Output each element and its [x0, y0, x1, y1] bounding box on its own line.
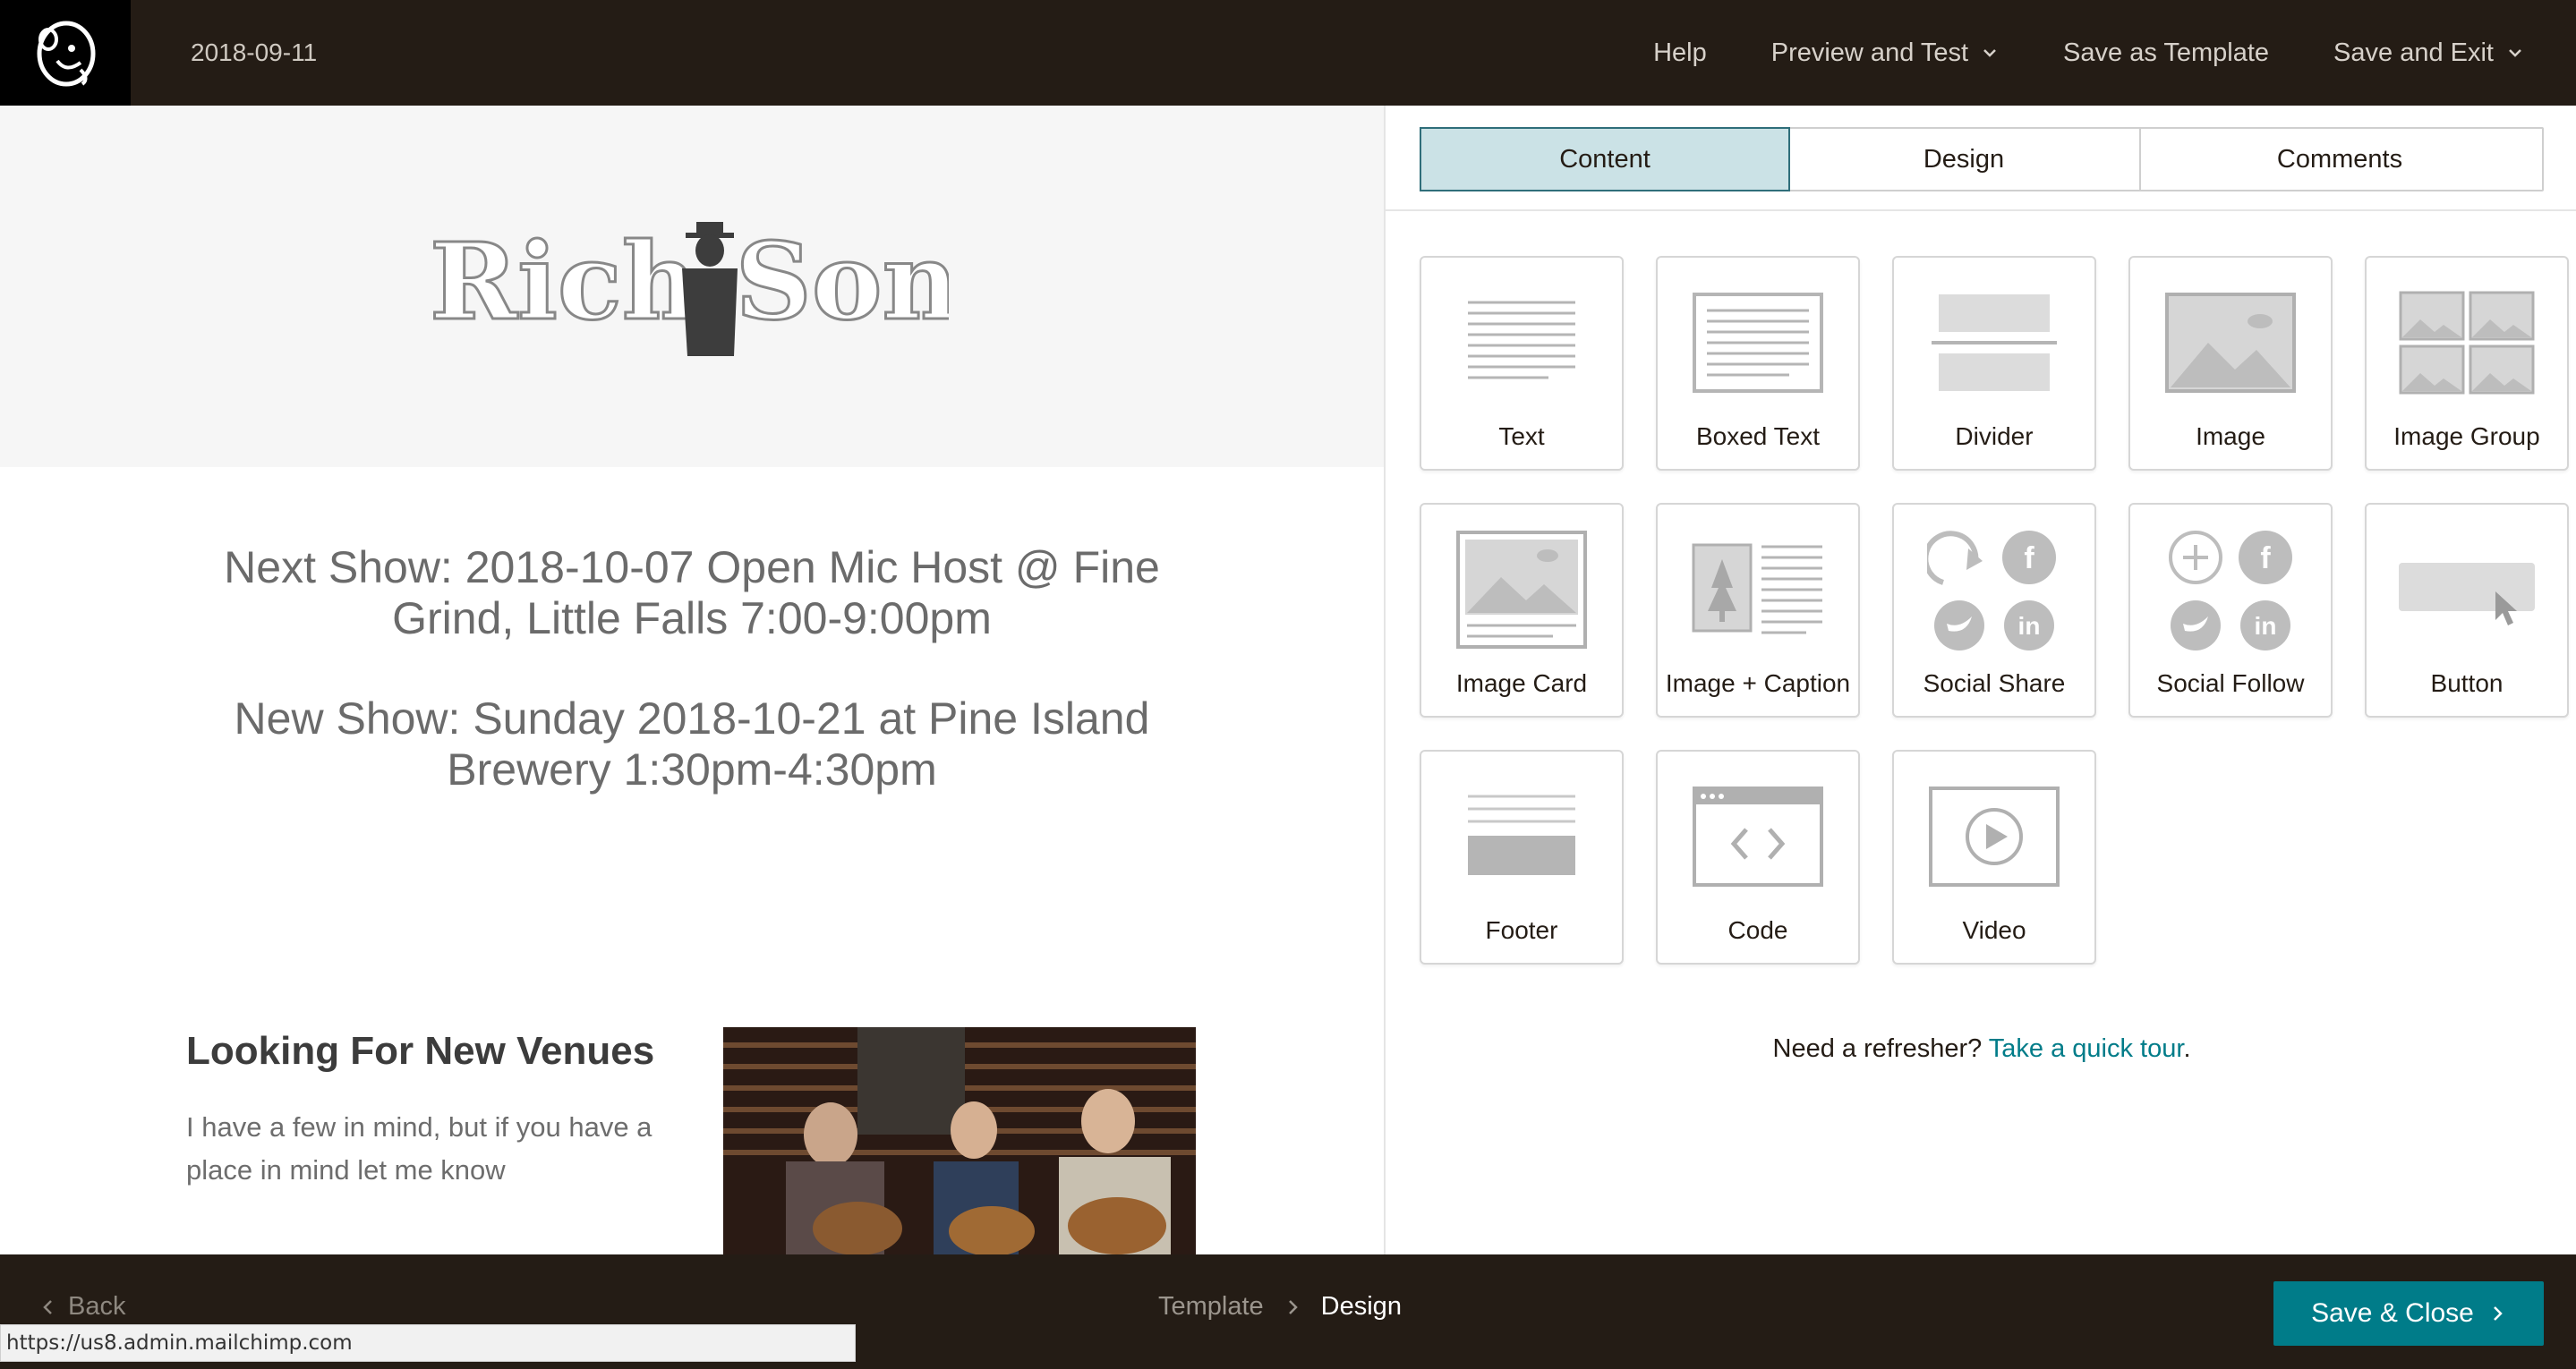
block-label: Boxed Text — [1695, 422, 1821, 450]
tab-comments-label: Comments — [2276, 144, 2403, 174]
divider-block-icon — [1894, 285, 2094, 401]
block-label: Image + Caption — [1665, 669, 1851, 697]
refresher-prompt: Need a refresher? — [1772, 1034, 1983, 1063]
status-bar-url: https://us8.admin.mailchimp.com — [0, 1324, 856, 1362]
svg-text:in: in — [2255, 612, 2277, 640]
campaign-name: 2018-09-11 — [191, 38, 318, 66]
show-line-1b: Grind, Little Falls 7:00-9:00pm — [392, 593, 992, 643]
block-label: Video — [1962, 916, 2026, 944]
button-block-icon — [2367, 531, 2567, 648]
breadcrumb: Template Design — [1158, 1292, 1402, 1322]
block-label: Divider — [1955, 422, 2034, 450]
block-footer[interactable]: Footer — [1420, 750, 1624, 965]
email-preview[interactable]: Rich Soni Next Show: 2018-10-07 Open Mic… — [0, 106, 1384, 1254]
chevron-right-icon — [1288, 1299, 1298, 1314]
block-button[interactable]: Button — [2365, 503, 2569, 718]
block-label: Text — [1498, 422, 1545, 450]
tab-content-label: Content — [1559, 144, 1651, 174]
save-exit-label: Save and Exit — [2333, 38, 2494, 67]
save-exit-menu[interactable]: Save and Exit — [2333, 38, 2524, 68]
block-label: Image — [2196, 422, 2265, 450]
refresher-text: Need a refresher? Take a quick tour. — [1386, 1034, 2576, 1064]
chevron-right-icon — [2493, 1306, 2503, 1321]
show-line-2b: Brewery 1:30pm-4:30pm — [447, 744, 937, 795]
block-label: Footer — [1485, 916, 1558, 944]
tab-design[interactable]: Design — [1788, 129, 2141, 190]
block-image-group[interactable]: Image Group — [2365, 256, 2569, 471]
mailchimp-logo-icon[interactable] — [0, 0, 131, 106]
preview-test-menu[interactable]: Preview and Test — [1771, 38, 1999, 68]
crumb-design: Design — [1320, 1292, 1402, 1321]
boxed-text-block-icon — [1658, 285, 1858, 401]
save-template-label: Save as Template — [2063, 38, 2270, 67]
tab-content[interactable]: Content — [1420, 127, 1790, 191]
block-divider[interactable]: Divider — [1892, 256, 2096, 471]
top-nav: Help Preview and Test Save as Template S… — [1653, 0, 2576, 106]
block-label: Image Group — [2393, 422, 2540, 450]
image-card-block-icon — [1421, 531, 1622, 649]
block-label: Social Follow — [2156, 669, 2305, 697]
block-code[interactable]: Code — [1656, 750, 1860, 965]
block-label: Image Card — [1455, 669, 1588, 697]
back-label: Back — [68, 1292, 126, 1321]
text-block-icon — [1421, 285, 1622, 401]
content-panel: Content Design Comments Text Boxed Text … — [1384, 106, 2576, 1254]
panel-tabs: Content Design Comments — [1420, 127, 2544, 191]
block-image-card[interactable]: Image Card — [1420, 503, 1624, 718]
block-boxed-text[interactable]: Boxed Text — [1656, 256, 1860, 471]
back-button[interactable]: Back — [39, 1292, 125, 1322]
preview-test-label: Preview and Test — [1770, 38, 1969, 67]
block-label: Social Share — [1923, 669, 2066, 697]
email-header-section[interactable]: Rich Soni — [0, 106, 1384, 467]
image-group-block-icon — [2367, 285, 2567, 401]
help-label: Help — [1653, 38, 1707, 67]
tabs-divider — [1386, 209, 2576, 211]
band-photo — [723, 1027, 1196, 1254]
footer-block-icon — [1421, 778, 1622, 895]
block-label: Button — [2430, 669, 2503, 697]
block-video[interactable]: Video — [1892, 750, 2096, 965]
social-share-block-icon: f in — [1894, 531, 2094, 650]
block-social-follow[interactable]: f in Social Follow — [2128, 503, 2333, 718]
refresher-period: . — [2183, 1034, 2191, 1063]
help-link[interactable]: Help — [1653, 38, 1707, 68]
quick-tour-link[interactable]: Take a quick tour — [1989, 1034, 2184, 1063]
svg-text:f: f — [2024, 541, 2034, 575]
chevron-down-icon — [2509, 49, 2521, 57]
save-close-label: Save & Close — [2311, 1298, 2474, 1328]
show-line-2a: New Show: Sunday 2018-10-21 at Pine Isla… — [234, 693, 1150, 744]
top-bar: 2018-09-11 Help Preview and Test Save as… — [0, 0, 2576, 106]
block-image[interactable]: Image — [2128, 256, 2333, 471]
block-social-share[interactable]: f in Social Share — [1892, 503, 2096, 718]
venues-body: I have a few in mind, but if you have a … — [186, 1111, 653, 1186]
crumb-template[interactable]: Template — [1158, 1292, 1264, 1322]
image-block-icon — [2130, 285, 2331, 401]
code-block-icon — [1658, 778, 1858, 895]
tab-design-label: Design — [1923, 144, 2005, 174]
block-label: Code — [1727, 916, 1788, 944]
block-image-caption[interactable]: Image + Caption — [1656, 503, 1860, 718]
svg-text:f: f — [2260, 541, 2271, 575]
social-follow-block-icon: f in — [2130, 531, 2331, 650]
block-text[interactable]: Text — [1420, 256, 1624, 471]
show-line-1a: Next Show: 2018-10-07 Open Mic Host @ Fi… — [224, 542, 1160, 592]
svg-text:in: in — [2018, 612, 2041, 640]
chevron-down-icon — [1983, 49, 1996, 57]
video-block-icon — [1894, 778, 2094, 895]
brand-logo: Rich Soni — [430, 218, 949, 356]
chevron-left-icon — [43, 1299, 52, 1314]
save-close-button[interactable]: Save & Close — [2273, 1281, 2544, 1346]
image-caption-block-icon — [1658, 531, 1858, 648]
tab-comments[interactable]: Comments — [2141, 129, 2538, 190]
venues-heading: Looking For New Venues — [186, 1029, 655, 1073]
save-as-template-link[interactable]: Save as Template — [2063, 38, 2269, 68]
